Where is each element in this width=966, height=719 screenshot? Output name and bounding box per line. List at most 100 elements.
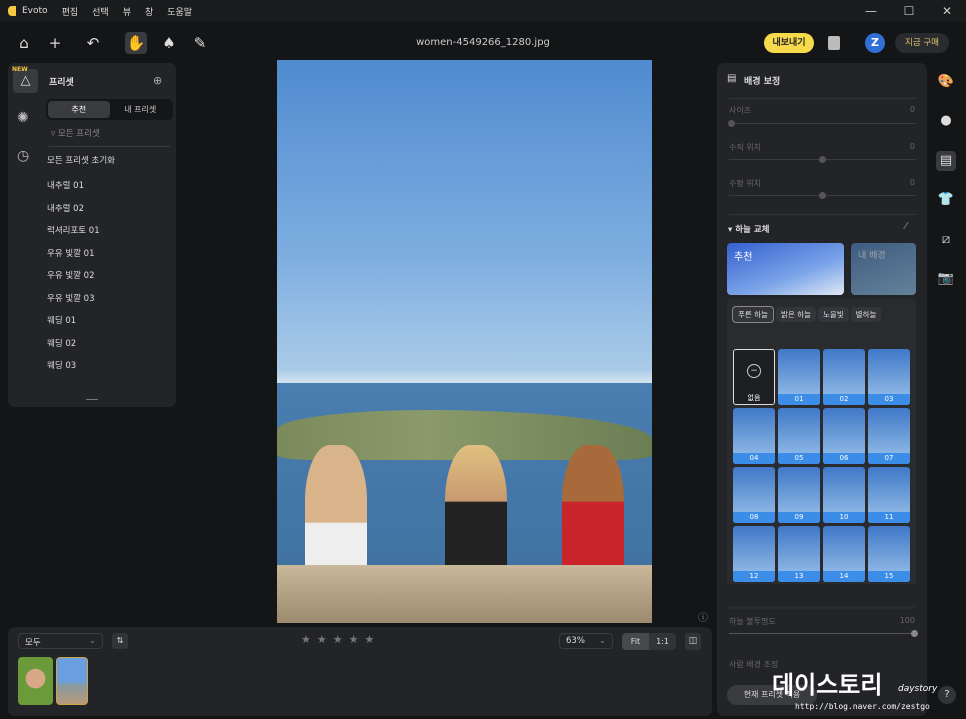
grid-clip: [727, 584, 917, 606]
preset-item[interactable]: 우유 빛깔 02: [47, 269, 95, 281]
sky-item-label: 05: [778, 453, 820, 464]
compare-icon[interactable]: [828, 36, 840, 50]
preset-item[interactable]: 내추럴 01: [47, 179, 84, 191]
chip-sunset[interactable]: 노을빛: [817, 307, 849, 322]
sky-item[interactable]: 09: [778, 467, 820, 523]
star-icon[interactable]: ★: [317, 633, 327, 646]
person-adjust-label: 사람 배경 조정: [729, 660, 779, 669]
sky-item[interactable]: 11: [868, 467, 910, 523]
preset-item[interactable]: 럭셔리포토 01: [47, 224, 100, 236]
sky-item[interactable]: 06: [823, 408, 865, 464]
split-view-icon[interactable]: ◫: [685, 633, 701, 650]
sky-item[interactable]: 01: [778, 349, 820, 405]
preset-item[interactable]: 우유 빛깔 03: [47, 292, 95, 304]
preset-item[interactable]: 우유 빛깔 01: [47, 247, 95, 259]
slider-knob[interactable]: [819, 192, 826, 199]
filter-label: 모든 프리셋: [57, 129, 100, 139]
export-button[interactable]: 내보내기: [764, 33, 814, 53]
resize-handle[interactable]: [86, 399, 98, 400]
preset-item[interactable]: 웨딩 01: [47, 314, 76, 326]
file-name: women-4549266_1280.jpg: [416, 37, 550, 48]
sky-item-label: 01: [778, 394, 820, 405]
minimize-button[interactable]: —: [852, 4, 890, 18]
star-icon[interactable]: ★: [333, 633, 343, 646]
slider-knob[interactable]: [911, 630, 918, 637]
chip-bright-sky[interactable]: 밝은 하늘: [775, 307, 816, 322]
help-button[interactable]: ?: [938, 686, 956, 704]
sky-none[interactable]: − 없음: [733, 349, 775, 405]
preset-item[interactable]: 내추럴 02: [47, 202, 84, 214]
chip-starry-sky[interactable]: 별하늘: [850, 307, 882, 322]
menu-window[interactable]: 창: [145, 8, 153, 18]
thumbnail-selected[interactable]: [56, 657, 88, 705]
sky-item[interactable]: 14: [823, 526, 865, 582]
filter-select-value: 모두: [25, 638, 41, 648]
zoom-select[interactable]: 63% ⌄: [559, 633, 613, 649]
sky-item[interactable]: 12: [733, 526, 775, 582]
star-icon[interactable]: ★: [301, 633, 311, 646]
tab-my-presets[interactable]: 내 프리셋: [110, 101, 172, 118]
vertical-slider[interactable]: [729, 156, 916, 163]
sky-item[interactable]: 15: [868, 526, 910, 582]
sky-tab-recommended[interactable]: 추천: [727, 243, 844, 295]
thumbnail-portrait[interactable]: [18, 657, 53, 705]
star-rating[interactable]: ★ ★ ★ ★ ★: [298, 633, 377, 646]
camera-icon[interactable]: 📷: [936, 269, 956, 289]
sky-item[interactable]: 03: [868, 349, 910, 405]
sky-item[interactable]: 05: [778, 408, 820, 464]
sky-item[interactable]: 13: [778, 526, 820, 582]
face-icon[interactable]: ●: [936, 111, 956, 131]
sky-item[interactable]: 02: [823, 349, 865, 405]
app-name: Evoto: [22, 6, 48, 16]
sky-section-toggle[interactable]: ▾ 하늘 교체: [728, 223, 769, 235]
filter-select[interactable]: 모두 ⌄: [18, 633, 103, 649]
clothing-icon[interactable]: 👕: [936, 190, 956, 210]
sky-item[interactable]: 08: [733, 467, 775, 523]
background-icon[interactable]: ▤: [936, 151, 956, 171]
history-icon[interactable]: ◷: [17, 148, 29, 164]
slider-value: 0: [909, 142, 915, 151]
preset-item[interactable]: 웨딩 02: [47, 337, 76, 349]
slider-knob[interactable]: [728, 120, 735, 127]
star-icon[interactable]: ★: [365, 633, 375, 646]
person-right: [562, 445, 624, 585]
preset-item[interactable]: 모든 프리셋 초기화: [47, 154, 115, 166]
tab-recommended[interactable]: 추천: [48, 101, 110, 118]
photo-canvas[interactable]: [277, 60, 652, 623]
crop-icon[interactable]: ⧄: [936, 230, 956, 250]
palette-icon[interactable]: 🎨: [936, 72, 956, 92]
sky-grid: − 없음 01 02 03 04 05 06 07 08 09 10 11 12 …: [733, 349, 911, 582]
menu-select[interactable]: 선택: [92, 8, 109, 18]
preset-filter[interactable]: ▿ 모든 프리셋: [51, 127, 100, 139]
sort-icon[interactable]: ⇅: [112, 633, 128, 649]
avatar[interactable]: Z: [865, 33, 885, 53]
info-icon[interactable]: ⓘ: [698, 609, 708, 624]
slider-label: 사이즈: [729, 106, 752, 115]
fit-button[interactable]: Fit: [622, 633, 649, 650]
one-to-one-button[interactable]: 1:1: [649, 633, 676, 650]
buy-now-button[interactable]: 지금 구매: [895, 33, 949, 53]
sky-tab-my-backgrounds[interactable]: 내 배경: [851, 243, 916, 295]
tab-label: 추천: [734, 252, 753, 263]
sky-item-label: 10: [823, 512, 865, 523]
horizontal-slider[interactable]: [729, 192, 916, 199]
menu-help[interactable]: 도움말: [167, 8, 192, 18]
close-button[interactable]: ✕: [928, 4, 966, 18]
magic-wand-icon[interactable]: ⁄: [905, 221, 907, 232]
sky-item[interactable]: 04: [733, 408, 775, 464]
menu-edit[interactable]: 편집: [62, 8, 79, 18]
opacity-slider[interactable]: [729, 630, 918, 637]
sky-item[interactable]: 10: [823, 467, 865, 523]
size-slider[interactable]: [728, 120, 916, 127]
sky-item[interactable]: 07: [868, 408, 910, 464]
sky-section-title: 하늘 교체: [735, 225, 770, 235]
adjust-icon[interactable]: ✺: [17, 110, 29, 126]
slider-knob[interactable]: [819, 156, 826, 163]
preset-item[interactable]: 웨딩 03: [47, 359, 76, 371]
add-preset-icon[interactable]: ⊕: [153, 74, 162, 87]
tab-label: 내 배경: [858, 251, 886, 261]
star-icon[interactable]: ★: [349, 633, 359, 646]
chip-blue-sky[interactable]: 푸른 하늘: [732, 306, 774, 323]
maximize-button[interactable]: ☐: [890, 4, 928, 18]
menu-view[interactable]: 뷰: [123, 8, 131, 18]
